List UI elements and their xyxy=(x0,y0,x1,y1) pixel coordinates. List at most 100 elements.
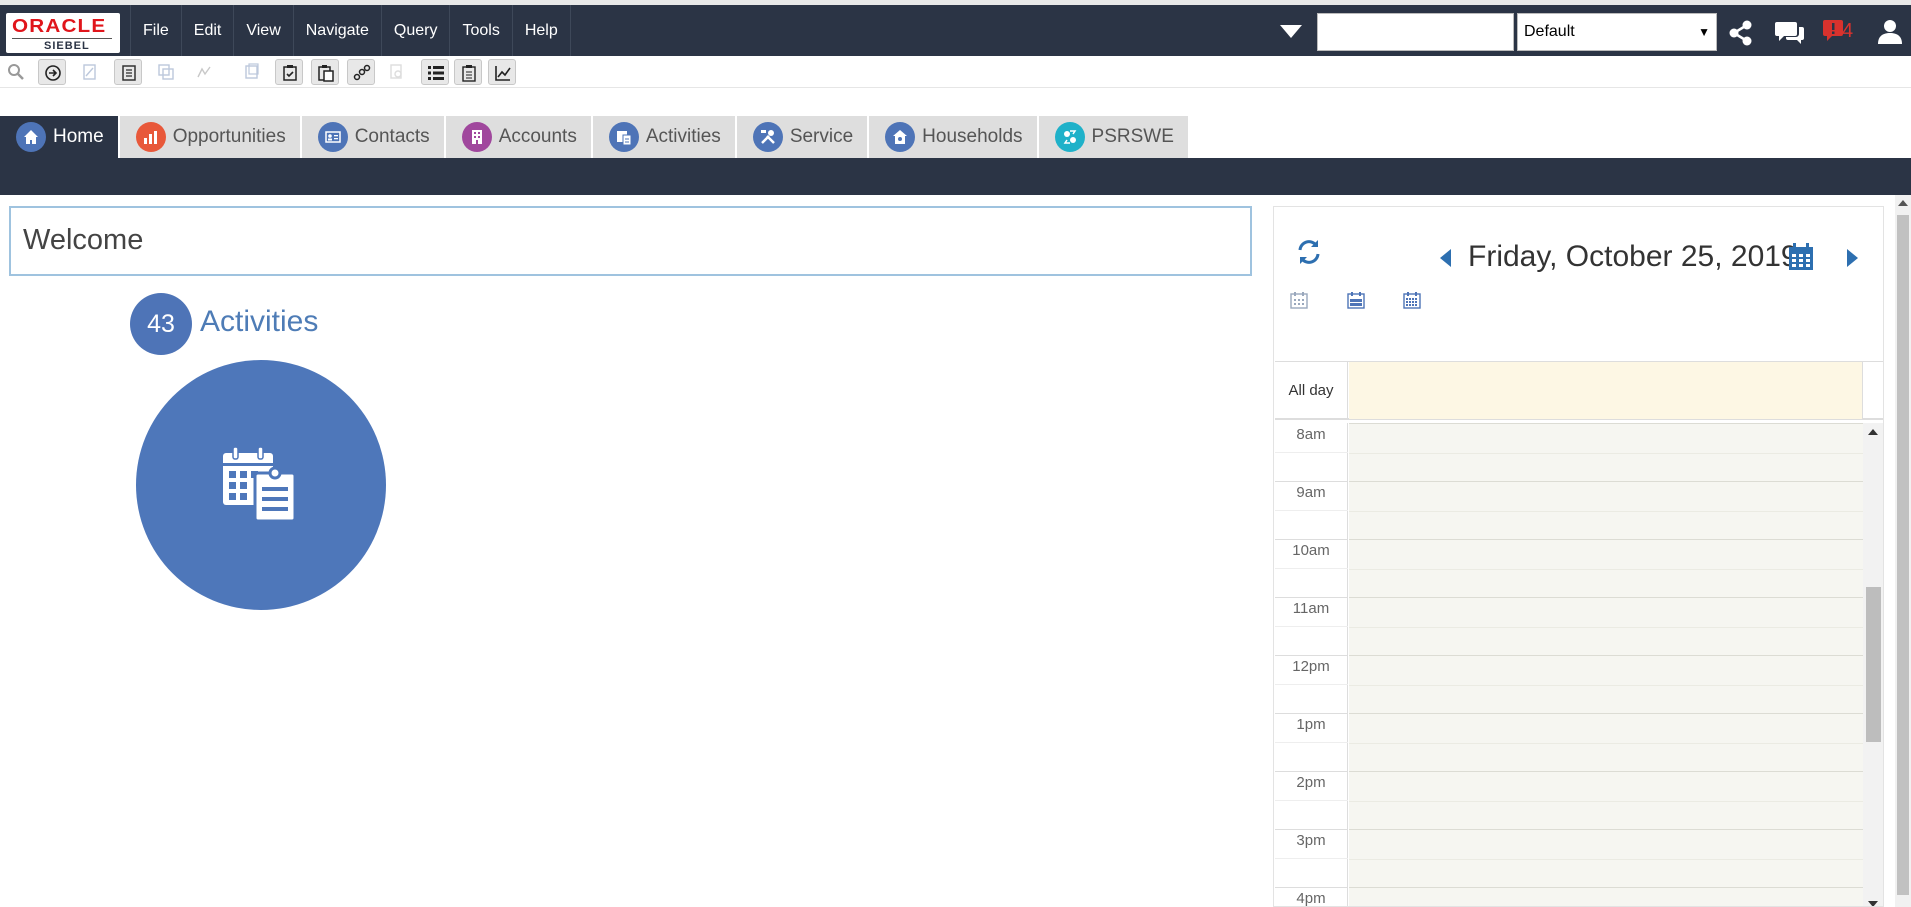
hour-label: 9am xyxy=(1296,484,1326,501)
tab-home-label: Home xyxy=(53,126,104,147)
date-picker-icon[interactable] xyxy=(1788,243,1814,276)
hour-row-1pm: 1pm xyxy=(1275,713,1863,771)
application-menu-bar: ORACLE SIEBEL File Edit View Navigate Qu… xyxy=(0,0,1911,56)
find-record-icon[interactable] xyxy=(383,59,411,85)
hour-row-8am: 8am xyxy=(1275,423,1863,481)
oracle-wordmark: ORACLE xyxy=(12,16,107,36)
scroll-up-icon[interactable] xyxy=(1898,200,1908,206)
accounts-icon xyxy=(461,122,492,152)
paste-icon[interactable] xyxy=(311,59,339,85)
edit-record-icon[interactable] xyxy=(76,59,104,85)
time-slot[interactable] xyxy=(1349,655,1863,713)
time-slot[interactable] xyxy=(1349,423,1863,481)
home-icon xyxy=(16,122,46,152)
activities-tile[interactable] xyxy=(136,360,386,610)
service-tools-icon xyxy=(752,122,783,152)
scrollbar-thumb[interactable] xyxy=(1866,587,1881,742)
tab-households[interactable]: Households xyxy=(869,116,1039,158)
chevron-down-icon: ▼ xyxy=(1698,25,1710,39)
week-view-icon[interactable] xyxy=(1347,291,1365,314)
hour-label: 3pm xyxy=(1296,832,1326,849)
hour-row-12pm: 12pm xyxy=(1275,655,1863,713)
save-checklist-icon[interactable] xyxy=(275,59,303,85)
oracle-siebel-logo: ORACLE SIEBEL xyxy=(6,13,120,53)
tab-psrswe[interactable]: PSRSWE xyxy=(1038,116,1190,158)
previous-day-icon[interactable] xyxy=(1440,249,1451,267)
activities-icon xyxy=(608,122,639,152)
tab-accounts[interactable]: Accounts xyxy=(445,116,593,158)
month-view-icon[interactable] xyxy=(1403,291,1421,314)
activities-link[interactable]: Activities xyxy=(200,305,318,339)
scroll-up-icon[interactable] xyxy=(1868,429,1878,435)
tab-home[interactable]: Home xyxy=(0,116,120,158)
link-chain-icon[interactable] xyxy=(347,59,375,85)
copy-record-icon[interactable] xyxy=(152,59,180,85)
list-view-icon[interactable] xyxy=(421,59,449,85)
go-arrow-icon[interactable] xyxy=(38,59,66,85)
hour-label: 8am xyxy=(1296,426,1326,443)
notifications-icon[interactable]: 4 xyxy=(1822,18,1862,48)
day-view-icon[interactable] xyxy=(1290,291,1308,314)
menu-help[interactable]: Help xyxy=(511,5,571,56)
time-slot[interactable] xyxy=(1349,713,1863,771)
calendar-applet: Friday, October 25, 2019 All day 8am 9am… xyxy=(1273,206,1884,907)
scroll-down-icon[interactable] xyxy=(1868,901,1878,906)
undo-record-icon[interactable] xyxy=(190,59,218,85)
new-record-icon[interactable] xyxy=(114,59,142,85)
calendar-date-title: Friday, October 25, 2019 xyxy=(1468,240,1798,273)
hour-row-10am: 10am xyxy=(1275,539,1863,597)
search-scope-select[interactable]: Default ▼ xyxy=(1517,13,1717,51)
calendar-clipboard-icon xyxy=(223,446,297,523)
time-slot[interactable] xyxy=(1349,887,1863,906)
hour-row-3pm: 3pm xyxy=(1275,829,1863,887)
menu-file[interactable]: File xyxy=(130,5,181,56)
calendar-scrollbar[interactable] xyxy=(1863,423,1883,906)
view-navigation-bar xyxy=(0,158,1911,195)
delete-record-icon[interactable] xyxy=(238,59,266,85)
tab-contacts[interactable]: Contacts xyxy=(301,116,446,158)
notification-count: 4 xyxy=(1842,20,1854,42)
hour-label: 11am xyxy=(1292,600,1330,617)
main-menu: File Edit View Navigate Query Tools Help xyxy=(130,5,571,56)
hour-row-11am: 11am xyxy=(1275,597,1863,655)
welcome-title: Welcome xyxy=(23,224,144,256)
all-day-cell[interactable] xyxy=(1349,362,1863,419)
tab-activities[interactable]: Activities xyxy=(592,116,737,158)
user-profile-icon[interactable] xyxy=(1877,18,1907,48)
households-icon xyxy=(885,122,916,152)
time-slot[interactable] xyxy=(1349,829,1863,887)
chart-line-icon[interactable] xyxy=(488,59,516,85)
time-slot[interactable] xyxy=(1349,597,1863,655)
contacts-icon xyxy=(317,122,348,152)
refresh-icon[interactable] xyxy=(1294,237,1324,272)
search-input[interactable] xyxy=(1317,13,1514,51)
menu-edit[interactable]: Edit xyxy=(180,5,234,56)
tab-opportunities-label: Opportunities xyxy=(172,126,286,147)
hour-label: 12pm xyxy=(1292,658,1330,675)
tab-service[interactable]: Service xyxy=(736,116,870,158)
welcome-applet: Welcome xyxy=(9,206,1252,276)
screen-tabs: Home Opportunities Contacts Accounts Act… xyxy=(0,116,1190,158)
hour-row-2pm: 2pm xyxy=(1275,771,1863,829)
activity-count-badge[interactable]: 43 xyxy=(130,293,192,355)
share-icon[interactable] xyxy=(1726,18,1756,48)
time-slot[interactable] xyxy=(1349,771,1863,829)
query-search-icon[interactable] xyxy=(2,59,30,85)
menu-view[interactable]: View xyxy=(233,5,292,56)
scrollbar-thumb[interactable] xyxy=(1897,215,1909,895)
next-day-icon[interactable] xyxy=(1847,249,1858,267)
clipboard-icon[interactable] xyxy=(454,59,482,85)
menu-tools[interactable]: Tools xyxy=(449,5,511,56)
tab-opportunities[interactable]: Opportunities xyxy=(119,116,302,158)
hour-label: 2pm xyxy=(1296,774,1326,791)
search-scope-value: Default xyxy=(1524,23,1575,40)
search-options-dropdown-icon[interactable] xyxy=(1280,25,1302,38)
chat-icon[interactable] xyxy=(1774,18,1804,48)
page-scrollbar[interactable] xyxy=(1895,195,1911,907)
hour-label: 10am xyxy=(1292,542,1330,559)
time-slot[interactable] xyxy=(1349,539,1863,597)
menu-navigate[interactable]: Navigate xyxy=(292,5,381,56)
time-slot[interactable] xyxy=(1349,481,1863,539)
tab-service-label: Service xyxy=(789,126,854,147)
menu-query[interactable]: Query xyxy=(380,5,450,56)
